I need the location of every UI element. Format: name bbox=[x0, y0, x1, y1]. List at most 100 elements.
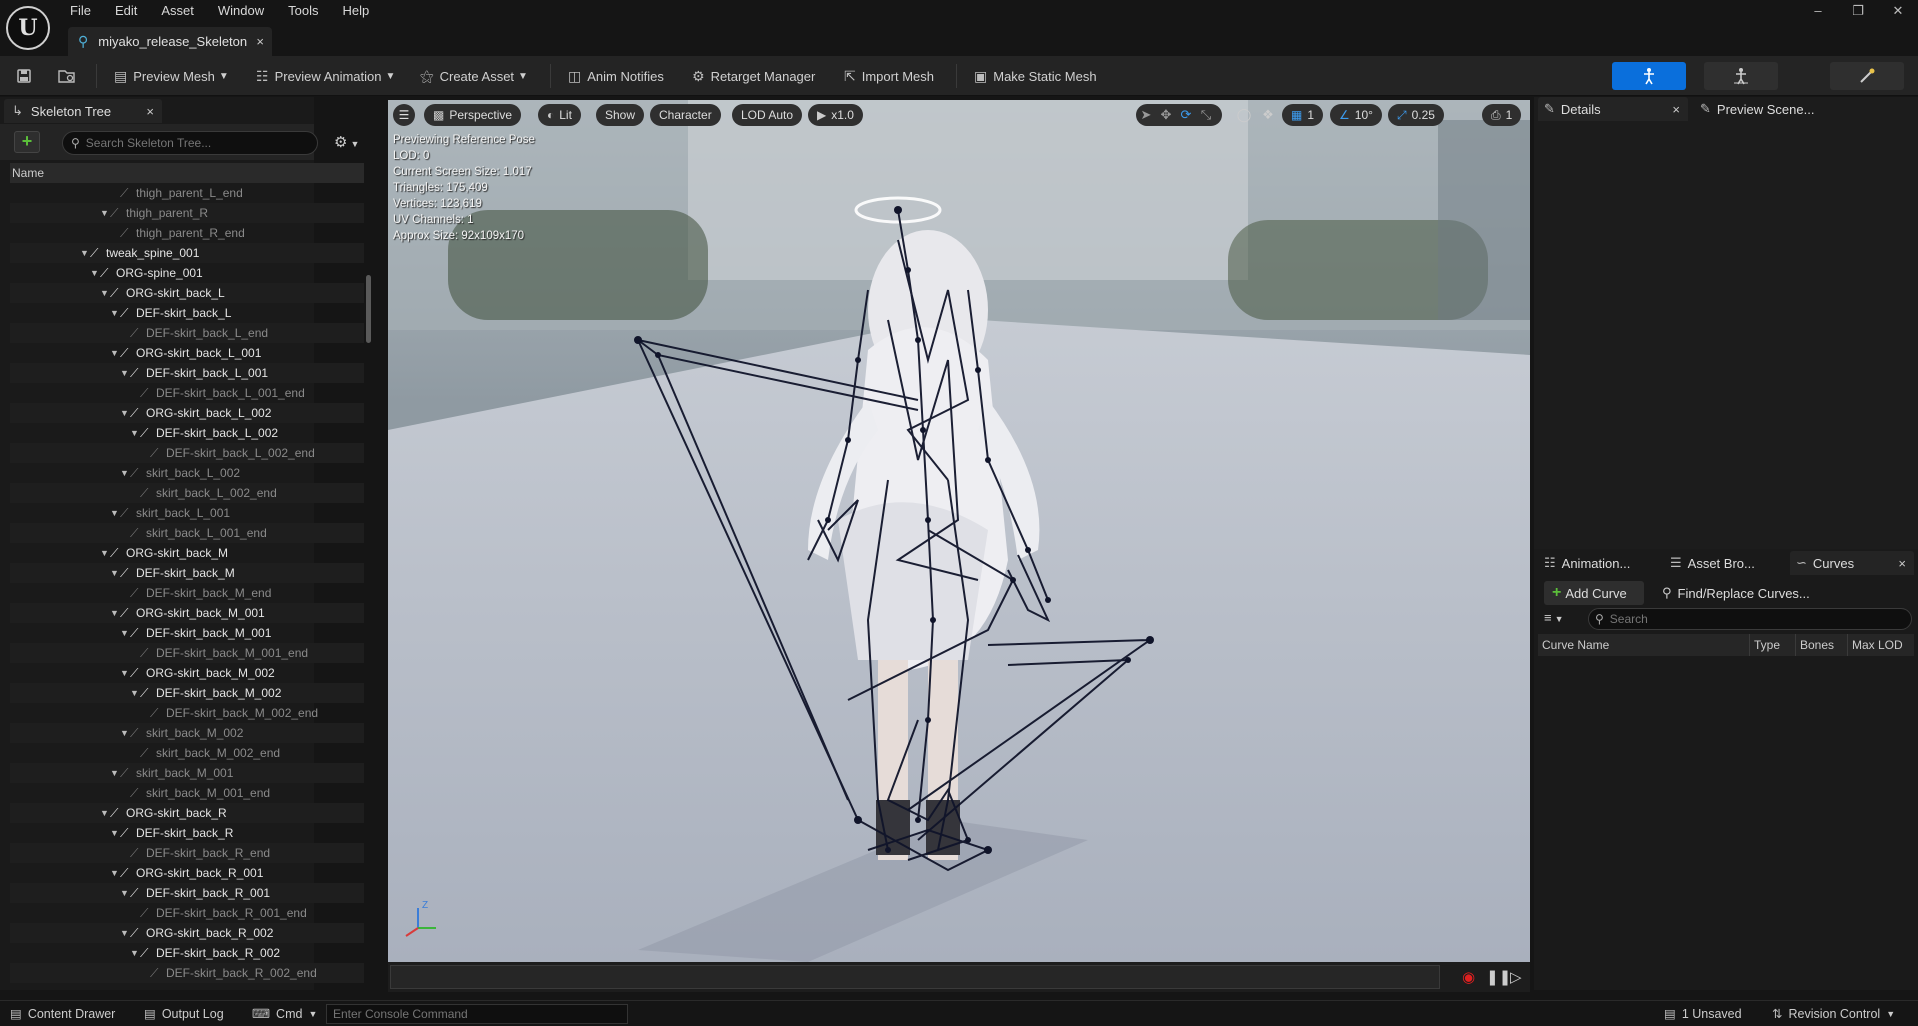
column-max-lod[interactable]: Max LOD bbox=[1848, 634, 1914, 656]
grid-snap-button[interactable]: ▦ 1 bbox=[1282, 104, 1324, 126]
menu-help[interactable]: Help bbox=[330, 0, 381, 22]
bone-row[interactable]: ▼ ⟋ ORG-skirt_back_M_001 bbox=[10, 603, 364, 623]
maximize-icon[interactable]: ❐ bbox=[1838, 0, 1878, 22]
bone-row[interactable]: ⟋ skirt_back_L_001_end bbox=[10, 523, 364, 543]
preview-mesh-button[interactable]: ▤ Preview Mesh ▼ bbox=[114, 63, 229, 89]
bone-row[interactable]: ⟋ DEF-skirt_back_M_end bbox=[10, 583, 364, 603]
lod-button[interactable]: LOD Auto bbox=[732, 104, 803, 126]
camera-speed-button[interactable]: ⎙ 1 bbox=[1482, 104, 1522, 126]
bone-row[interactable]: ▼ ⟋ tweak_spine_001 bbox=[10, 243, 364, 263]
expand-arrow-icon[interactable]: ▼ bbox=[120, 368, 130, 378]
preview-animation-button[interactable]: ☷ Preview Animation ▼ bbox=[256, 63, 395, 89]
mesh-mode-button[interactable] bbox=[1704, 62, 1778, 90]
play-speed-button[interactable]: ▶ x1.0 bbox=[808, 104, 863, 126]
scale-snap-button[interactable]: ⤢ 0.25 bbox=[1388, 104, 1444, 126]
bone-row[interactable]: ▼ ⟋ ORG-skirt_back_L_001 bbox=[10, 343, 364, 363]
expand-arrow-icon[interactable]: ▼ bbox=[130, 948, 140, 958]
settings-gear-icon[interactable]: ⚙ ▼ bbox=[334, 133, 359, 151]
expand-arrow-icon[interactable]: ▼ bbox=[110, 308, 120, 318]
skeleton-tree-tab[interactable]: ↳ Skeleton Tree × bbox=[4, 99, 162, 123]
bone-row[interactable]: ▼ ⟋ skirt_back_L_002 bbox=[10, 463, 364, 483]
tab-animation[interactable]: ☷ Animation... bbox=[1538, 551, 1658, 575]
content-drawer-button[interactable]: ▤ Content Drawer bbox=[10, 1006, 115, 1022]
expand-arrow-icon[interactable]: ▼ bbox=[110, 508, 120, 518]
expand-arrow-icon[interactable]: ▼ bbox=[120, 728, 130, 738]
expand-arrow-icon[interactable]: ▼ bbox=[100, 288, 110, 298]
bone-row[interactable]: ⟋ skirt_back_M_001_end bbox=[10, 783, 364, 803]
skeleton-mode-button[interactable] bbox=[1612, 62, 1686, 90]
curve-search-input[interactable] bbox=[1609, 612, 1765, 626]
unsaved-button[interactable]: ▤ 1 Unsaved bbox=[1664, 1006, 1742, 1022]
skeleton-tree-scrollbar[interactable] bbox=[366, 275, 371, 343]
bone-row[interactable]: ▼ ⟋ ORG-skirt_back_M_002 bbox=[10, 663, 364, 683]
expand-arrow-icon[interactable]: ▼ bbox=[110, 348, 120, 358]
expand-arrow-icon[interactable]: ▼ bbox=[100, 548, 110, 558]
surface-snap-icon[interactable]: ❖ bbox=[1258, 105, 1278, 125]
timeline-scrub-bar[interactable] bbox=[390, 965, 1440, 989]
bone-row[interactable]: ▼ ⟋ DEF-skirt_back_M bbox=[10, 563, 364, 583]
close-icon[interactable]: × bbox=[1672, 102, 1680, 117]
bone-row[interactable]: ▼ ⟋ ORG-skirt_back_R_001 bbox=[10, 863, 364, 883]
expand-arrow-icon[interactable]: ▼ bbox=[80, 248, 90, 258]
save-icon[interactable] bbox=[16, 63, 32, 89]
perspective-button[interactable]: ▩ Perspective bbox=[424, 104, 522, 126]
column-type[interactable]: Type bbox=[1750, 634, 1796, 656]
preview-viewport[interactable]: Z ☰ ▩ Perspective ◐ Lit Show Character LOD… bbox=[388, 100, 1530, 962]
expand-arrow-icon[interactable]: ▼ bbox=[100, 808, 110, 818]
world-local-icon[interactable]: ◯ bbox=[1234, 105, 1254, 125]
bone-row[interactable]: ▼ ⟋ thigh_parent_R bbox=[10, 203, 364, 223]
anim-notifies-button[interactable]: ◫ Anim Notifies bbox=[568, 63, 664, 89]
animation-mode-button[interactable] bbox=[1830, 62, 1904, 90]
bone-row[interactable]: ⟋ skirt_back_M_002_end bbox=[10, 743, 364, 763]
bone-row[interactable]: ⟋ DEF-skirt_back_R_end bbox=[10, 843, 364, 863]
select-arrow-icon[interactable]: ➤ bbox=[1136, 105, 1156, 125]
expand-arrow-icon[interactable]: ▼ bbox=[110, 828, 120, 838]
bone-row[interactable]: ▼ ⟋ ORG-skirt_back_L bbox=[10, 283, 364, 303]
menu-file[interactable]: File bbox=[58, 0, 103, 22]
filter-button[interactable]: ≡ ▼ bbox=[1544, 610, 1564, 625]
expand-arrow-icon[interactable]: ▼ bbox=[130, 688, 140, 698]
column-bones[interactable]: Bones bbox=[1796, 634, 1848, 656]
import-mesh-button[interactable]: ⇱ Import Mesh bbox=[844, 63, 934, 89]
retarget-manager-button[interactable]: ⚙ Retarget Manager bbox=[692, 63, 815, 89]
viewport-menu-button[interactable]: ☰ bbox=[393, 104, 415, 126]
bone-row[interactable]: ▼ ⟋ ORG-skirt_back_M bbox=[10, 543, 364, 563]
bone-row[interactable]: ▼ ⟋ DEF-skirt_back_M_001 bbox=[10, 623, 364, 643]
minimize-icon[interactable]: – bbox=[1798, 0, 1838, 22]
scale-icon[interactable]: ⤡ bbox=[1196, 105, 1216, 125]
bone-row[interactable]: ▼ ⟋ DEF-skirt_back_M_002 bbox=[10, 683, 364, 703]
pause-icon[interactable]: ❚❚ bbox=[1486, 968, 1511, 986]
bone-row[interactable]: ▼ ⟋ DEF-skirt_back_R_001 bbox=[10, 883, 364, 903]
expand-arrow-icon[interactable]: ▼ bbox=[110, 568, 120, 578]
add-socket-button[interactable]: + bbox=[14, 131, 40, 153]
bone-row[interactable]: ⟋ DEF-skirt_back_M_002_end bbox=[10, 703, 364, 723]
revision-control-button[interactable]: ⇅ Revision Control ▼ bbox=[1772, 1006, 1895, 1022]
bone-row[interactable]: ▼ ⟋ skirt_back_M_002 bbox=[10, 723, 364, 743]
find-replace-curves-button[interactable]: ⚲ Find/Replace Curves... bbox=[1662, 581, 1810, 605]
bone-row[interactable]: ⟋ skirt_back_L_002_end bbox=[10, 483, 364, 503]
bone-row[interactable]: ▼ ⟋ DEF-skirt_back_L_002 bbox=[10, 423, 364, 443]
bone-row[interactable]: ⟋ thigh_parent_R_end bbox=[10, 223, 364, 243]
bone-row[interactable]: ▼ ⟋ ORG-skirt_back_R_002 bbox=[10, 923, 364, 943]
expand-arrow-icon[interactable]: ▼ bbox=[110, 608, 120, 618]
browse-asset-icon[interactable] bbox=[58, 63, 76, 89]
bone-row[interactable]: ▼ ⟋ skirt_back_M_001 bbox=[10, 763, 364, 783]
tab-details[interactable]: ✎ Details × bbox=[1538, 97, 1688, 121]
menu-asset[interactable]: Asset bbox=[149, 0, 206, 22]
bone-row[interactable]: ▼ ⟋ DEF-skirt_back_L bbox=[10, 303, 364, 323]
close-tab-icon[interactable]: × bbox=[256, 34, 264, 49]
bone-row[interactable]: ⟋ DEF-skirt_back_R_001_end bbox=[10, 903, 364, 923]
menu-tools[interactable]: Tools bbox=[276, 0, 330, 22]
expand-arrow-icon[interactable]: ▼ bbox=[120, 628, 130, 638]
menu-window[interactable]: Window bbox=[206, 0, 276, 22]
bone-row[interactable]: ▼ ⟋ ORG-skirt_back_L_002 bbox=[10, 403, 364, 423]
expand-arrow-icon[interactable]: ▼ bbox=[120, 468, 130, 478]
expand-arrow-icon[interactable]: ▼ bbox=[130, 428, 140, 438]
bone-row[interactable]: ⟋ DEF-skirt_back_L_002_end bbox=[10, 443, 364, 463]
create-asset-button[interactable]: ⚝ Create Asset ▼ bbox=[420, 63, 528, 89]
unreal-logo-icon[interactable]: U bbox=[6, 6, 50, 50]
bone-row[interactable]: ▼ ⟋ DEF-skirt_back_R_002 bbox=[10, 943, 364, 963]
record-icon[interactable]: ◉ bbox=[1462, 968, 1475, 986]
output-log-button[interactable]: ▤ Output Log bbox=[144, 1006, 224, 1022]
column-curve-name[interactable]: Curve Name bbox=[1538, 634, 1750, 656]
